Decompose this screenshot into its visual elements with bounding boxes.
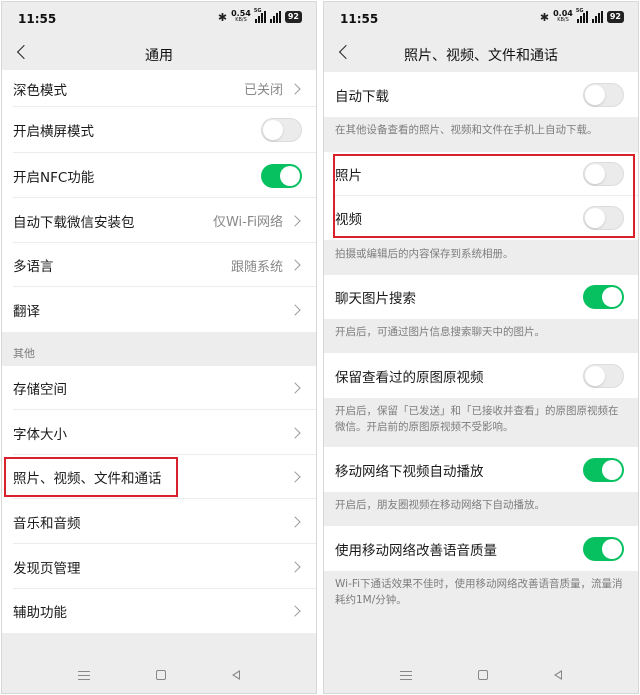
auto-download-installer-row[interactable]: 自动下载微信安装包 仅Wi-Fi网络: [2, 198, 316, 243]
chevron-right-icon: [289, 214, 301, 227]
page-title: 通用: [145, 48, 173, 64]
chevron-right-icon: [289, 471, 301, 483]
accessibility-row[interactable]: 辅助功能: [2, 589, 316, 633]
bluetooth-icon: ✱: [539, 10, 550, 24]
signal-icon-2: [591, 11, 603, 23]
mobile-autoplay-row: 移动网络下视频自动播放: [324, 447, 638, 492]
dark-mode-row[interactable]: 深色模式 已关闭: [2, 70, 316, 107]
landscape-mode-row: 开启横屏模式: [2, 107, 316, 153]
chevron-right-icon: [289, 382, 301, 394]
chevron-right-icon: [289, 605, 301, 617]
mobile-autoplay-toggle[interactable]: [583, 457, 624, 482]
translate-row[interactable]: 翻译: [2, 287, 316, 332]
battery-icon: 92: [606, 11, 624, 23]
chevron-right-icon: [289, 560, 301, 573]
mobile-autoplay-note: 开启后，朋友圈视频在移动网络下自动播放。: [335, 499, 545, 511]
keep-original-row: 保留查看过的原图原视频: [324, 353, 638, 398]
signal-icon: 5G: [254, 8, 266, 23]
section-other-label: 其他: [13, 347, 35, 360]
save-album-note: 拍摄或编辑后的内容保存到系统相册。: [335, 248, 514, 260]
highlight-box: [4, 457, 178, 497]
back-triangle-icon[interactable]: [232, 670, 240, 680]
page-title: 照片、视频、文件和通话: [404, 48, 558, 64]
general-settings-screen: 11:55 ✱ 0.54 KB/S 5G 92 通用 深色模式 已关闭 开启横屏…: [1, 1, 317, 694]
network-speed: 0.54 KB/S: [231, 9, 251, 24]
signal-icon-2: [269, 11, 281, 23]
system-nav-bar: [2, 657, 316, 693]
status-bar: 11:55 ✱ 0.04 KB/S 5G 92: [324, 2, 638, 36]
status-bar: 11:55 ✱ 0.54 KB/S 5G 92: [2, 2, 316, 36]
system-nav-bar: [324, 657, 638, 693]
voice-quality-note: Wi-Fi下通话效果不佳时，使用移动网络改善语音质量，流量消耗约1M/分钟。: [335, 578, 623, 606]
menu-icon[interactable]: [400, 670, 412, 680]
highlight-box: [333, 154, 635, 238]
music-audio-row[interactable]: 音乐和音频: [2, 499, 316, 544]
font-size-row[interactable]: 字体大小: [2, 410, 316, 455]
discover-manage-row[interactable]: 发现页管理: [2, 544, 316, 589]
chevron-right-icon: [289, 303, 301, 316]
menu-icon[interactable]: [78, 670, 90, 680]
keep-original-note: 开启后，保留「已发送」和「已接收并查看」的原图原视频在微信。开启前的原图原视频不…: [335, 405, 619, 433]
voice-quality-toggle[interactable]: [583, 536, 624, 561]
back-triangle-icon[interactable]: [554, 670, 562, 680]
nfc-toggle[interactable]: [261, 163, 302, 188]
bluetooth-icon: ✱: [217, 10, 228, 24]
chat-image-search-toggle[interactable]: [583, 285, 624, 309]
photos-videos-files-calls-screen: 11:55 ✱ 0.04 KB/S 5G 92 照片、视频、文件和通话 自动下载…: [323, 1, 639, 694]
nfc-row: 开启NFC功能: [2, 153, 316, 198]
chevron-right-icon: [289, 426, 301, 439]
home-icon[interactable]: [156, 670, 166, 680]
network-speed: 0.04 KB/S: [553, 9, 573, 24]
language-row[interactable]: 多语言 跟随系统: [2, 243, 316, 287]
storage-row[interactable]: 存储空间: [2, 366, 316, 410]
home-icon[interactable]: [478, 670, 488, 680]
status-time: 11:55: [18, 12, 57, 26]
nav-bar: 照片、视频、文件和通话: [324, 36, 638, 70]
status-time: 11:55: [340, 12, 379, 26]
nav-bar: 通用: [2, 36, 316, 70]
landscape-toggle[interactable]: [261, 118, 302, 142]
signal-icon: 5G: [576, 8, 588, 23]
chevron-right-icon: [289, 259, 301, 271]
chevron-right-icon: [289, 515, 301, 528]
battery-icon: 92: [284, 11, 302, 23]
voice-quality-row: 使用移动网络改善语音质量: [324, 526, 638, 571]
auto-download-note: 在其他设备查看的照片、视频和文件在手机上自动下载。: [335, 124, 598, 136]
keep-original-toggle[interactable]: [583, 363, 624, 388]
auto-download-row: 自动下载: [324, 72, 638, 117]
auto-download-toggle[interactable]: [583, 82, 624, 107]
chevron-right-icon: [289, 82, 301, 95]
chat-image-search-row: 聊天图片搜索: [324, 275, 638, 319]
chat-image-search-note: 开启后，可通过图片信息搜索聊天中的图片。: [335, 326, 545, 338]
